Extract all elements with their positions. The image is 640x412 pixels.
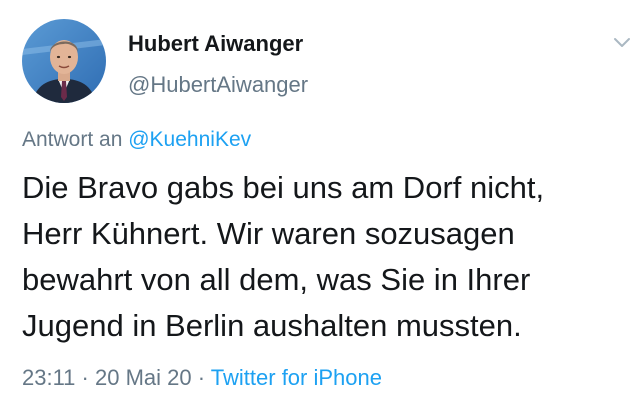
meta-separator: · [81,365,89,390]
tweet-text-line: bewahrt von all dem, was Sie in Ihrer [22,262,531,297]
tweet-source-link[interactable]: Twitter for iPhone [211,365,382,390]
tweet-time[interactable]: 23:11 [22,365,75,390]
tweet-text-line: Jugend in Berlin aushalten mussten. [22,308,522,343]
tweet-text-line: Die Bravo gabs bei uns am Dorf nicht, [22,170,545,205]
tweet-text-line: Herr Kühnert. Wir waren sozusagen [22,216,515,251]
author-name[interactable]: Hubert Aiwanger [128,31,303,57]
avatar-photo [22,19,106,103]
tweet-meta: 23:11 · 20 Mai 20 · Twitter for iPhone [22,365,382,391]
tweet-card: Hubert Aiwanger @HubertAiwanger Antwort … [0,0,640,412]
reply-context: Antwort an @KuehniKev [22,128,251,152]
meta-separator: · [197,365,206,390]
reply-mention-link[interactable]: @KuehniKev [128,128,251,151]
author-handle[interactable]: @HubertAiwanger [128,72,308,98]
tweet-date[interactable]: 20 Mai 20 [95,365,192,390]
tweet-text: Die Bravo gabs bei uns am Dorf nicht, He… [22,165,632,349]
reply-prefix: Antwort an [22,128,123,151]
avatar[interactable] [22,19,106,103]
chevron-down-icon[interactable] [610,30,634,54]
